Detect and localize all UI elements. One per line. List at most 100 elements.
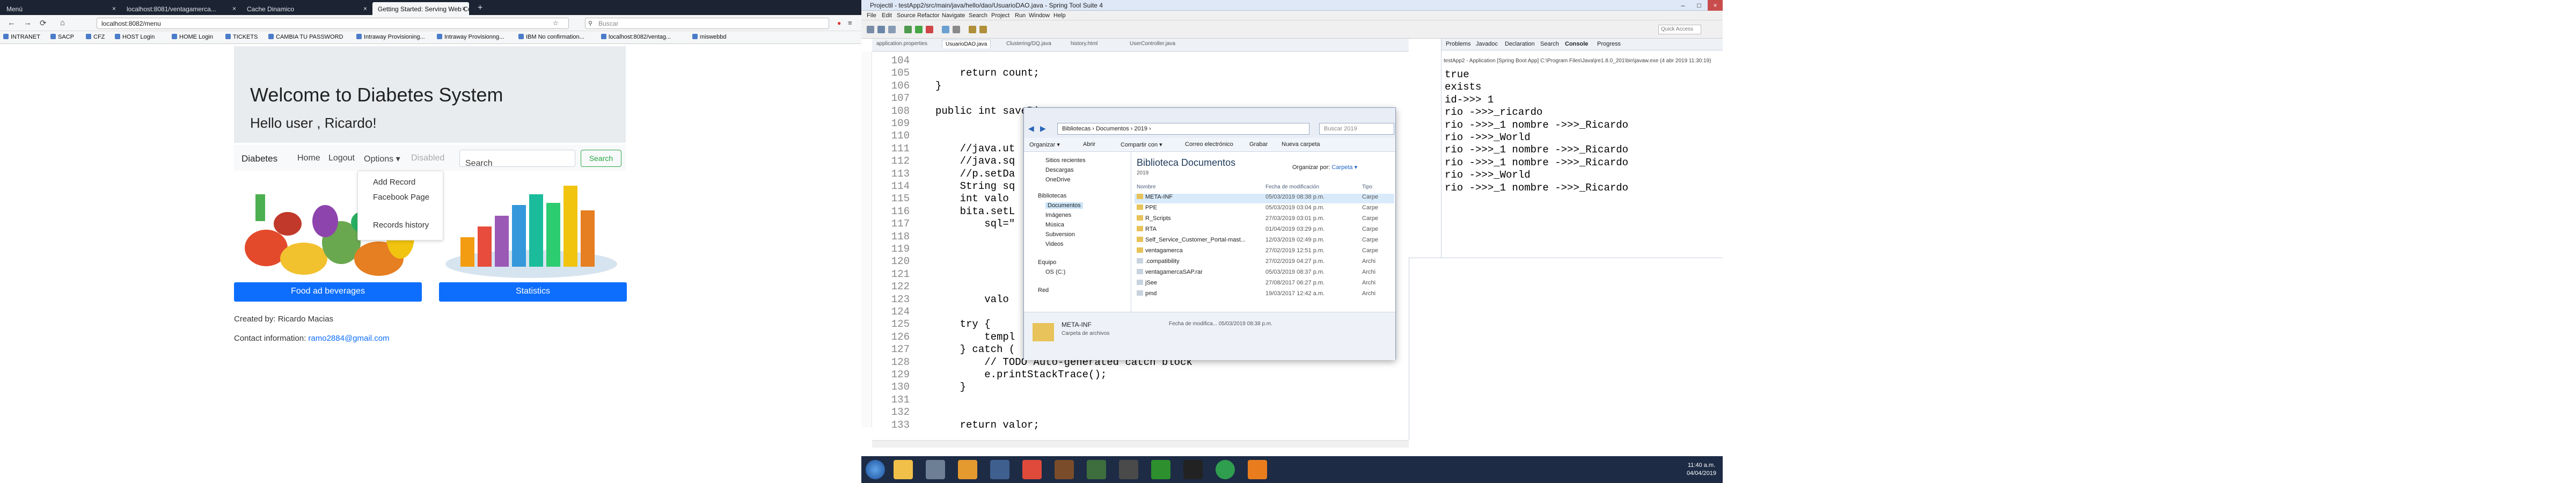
url-bar[interactable]: localhost:8082/menu: [97, 18, 569, 29]
column-name[interactable]: Nombre: [1137, 184, 1156, 190]
new-tab-button[interactable]: +: [472, 2, 488, 15]
tab-declaration[interactable]: Declaration: [1505, 41, 1535, 47]
nav-options-dropdown[interactable]: Options ▾: [364, 153, 400, 164]
email-button[interactable]: Correo electrónico: [1185, 141, 1233, 148]
start-button-icon[interactable]: [866, 460, 885, 479]
editor-tab-usercontroller[interactable]: UserController.java: [1130, 41, 1175, 47]
home-icon[interactable]: ⌂: [60, 18, 65, 27]
stop-icon[interactable]: [926, 26, 933, 33]
menu-project[interactable]: Project: [991, 12, 1009, 19]
bookmark-item[interactable]: INTRANET: [3, 34, 40, 40]
close-icon[interactable]: ×: [462, 5, 466, 12]
app-icon[interactable]: [1055, 460, 1074, 479]
nav-downloads[interactable]: Descargas: [1045, 167, 1074, 173]
nav-recent[interactable]: Sitios recientes: [1045, 157, 1086, 164]
browser-tab-cache[interactable]: Cache Dinamico ×: [241, 2, 370, 15]
open-button[interactable]: Abrir: [1083, 141, 1095, 148]
app-icon[interactable]: [990, 460, 1009, 479]
statistics-button[interactable]: Statistics: [439, 282, 627, 302]
bookmark-item[interactable]: TICKETS: [225, 34, 258, 40]
menu-search[interactable]: Search: [969, 12, 987, 19]
file-row[interactable]: ventagamercaSAP.rar 05/03/2019 08:37 p.m.…: [1135, 269, 1394, 279]
nav-logout-link[interactable]: Logout: [328, 153, 355, 163]
bookmark-item[interactable]: CFZ: [86, 34, 105, 40]
tab-progress[interactable]: Progress: [1597, 41, 1621, 47]
app-search-button[interactable]: Search: [581, 150, 621, 167]
close-icon[interactable]: ×: [1708, 0, 1723, 11]
bookmark-item[interactable]: HOST Login: [115, 34, 155, 40]
forward-icon[interactable]: ▶: [1040, 124, 1046, 133]
close-icon[interactable]: ×: [232, 5, 236, 12]
save-all-icon[interactable]: [888, 26, 896, 33]
column-date[interactable]: Fecha de modificación: [1265, 184, 1319, 190]
back-icon[interactable]: ←: [8, 18, 16, 27]
app-icon[interactable]: [1119, 460, 1138, 479]
close-icon[interactable]: ×: [363, 5, 367, 12]
share-button[interactable]: Compartir con ▾: [1121, 141, 1162, 148]
app-icon[interactable]: [926, 460, 945, 479]
bookmark-item[interactable]: miswebbd: [692, 34, 727, 40]
bookmark-item[interactable]: SACP: [50, 34, 74, 40]
file-row[interactable]: Self_Service_Customer_Portal-mast... 12/0…: [1135, 237, 1394, 246]
menu-file[interactable]: File: [867, 12, 876, 19]
menu-run[interactable]: Run: [1015, 12, 1026, 19]
editor-tab-application-properties[interactable]: application.properties: [876, 41, 927, 47]
nav-libraries[interactable]: Bibliotecas: [1038, 193, 1066, 199]
editor-horizontal-scrollbar[interactable]: [872, 440, 1409, 448]
browser-tab-getting-started[interactable]: Getting Started: Serving Web Co... ×: [372, 2, 469, 15]
file-row[interactable]: META-INF 05/03/2019 08:38 p.m. Carpe: [1135, 194, 1394, 203]
nav-onedrive[interactable]: OneDrive: [1045, 177, 1070, 183]
browser-tab-ventagamerca[interactable]: localhost:8081/ventagamerca... ×: [121, 2, 239, 15]
file-row[interactable]: jSee 27/08/2017 06:27 p.m. Archi: [1135, 280, 1394, 289]
file-row[interactable]: RTA 01/04/2019 03:29 p.m. Carpe: [1135, 226, 1394, 236]
close-icon[interactable]: ×: [112, 5, 116, 12]
tab-javadoc[interactable]: Javadoc: [1476, 41, 1498, 47]
bookmark-item[interactable]: IBM No confirmation...: [518, 34, 584, 40]
taskbar-clock[interactable]: 11:40 a.m. 04/04/2019: [1687, 462, 1716, 478]
open-type-icon[interactable]: [953, 26, 960, 33]
organize-button[interactable]: Organizar ▾: [1029, 141, 1060, 148]
terminal-icon[interactable]: [1183, 460, 1203, 479]
vlc-icon[interactable]: [1248, 460, 1267, 479]
chrome-icon[interactable]: [1022, 460, 1042, 479]
nav-home-link[interactable]: Home: [297, 153, 320, 163]
addon-icon[interactable]: ●: [837, 19, 841, 27]
editor-tab-usuariodao[interactable]: UsuarioDAO.java: [942, 40, 991, 48]
file-row[interactable]: pmd 19/03/2017 12:42 a.m. Archi: [1135, 290, 1394, 300]
back-icon[interactable]: ◀: [1028, 124, 1034, 133]
explorer-address-bar[interactable]: Bibliotecas › Documentos › 2019 ›: [1057, 123, 1309, 135]
new-icon[interactable]: [867, 26, 874, 33]
nav-network[interactable]: Red: [1038, 287, 1049, 294]
maximize-icon[interactable]: □: [1692, 0, 1707, 11]
menu-navigate[interactable]: Navigate: [942, 12, 965, 19]
tab-problems[interactable]: Problems: [1446, 41, 1470, 47]
back-icon[interactable]: [969, 26, 976, 33]
menu-window[interactable]: Window: [1029, 12, 1050, 19]
explorer-search-input[interactable]: Buscar 2019: [1319, 123, 1394, 135]
forward-icon[interactable]: [979, 26, 987, 33]
menu-refactor[interactable]: Refactor: [917, 12, 940, 19]
bookmark-item[interactable]: HOME Login: [172, 34, 213, 40]
file-row[interactable]: ventagamerca 27/02/2019 12:51 p.m. Carpe: [1135, 247, 1394, 257]
new-folder-button[interactable]: Nueva carpeta: [1282, 141, 1320, 148]
nav-subversion[interactable]: Subversion: [1045, 231, 1075, 238]
save-icon[interactable]: [877, 26, 885, 33]
file-row[interactable]: PPE 05/03/2019 03:04 p.m. Carpe: [1135, 204, 1394, 214]
nav-os-drive[interactable]: OS (C:): [1045, 269, 1065, 275]
minimize-icon[interactable]: –: [1675, 0, 1690, 11]
forward-icon[interactable]: →: [24, 18, 32, 27]
burn-button[interactable]: Grabar: [1249, 141, 1268, 148]
bookmark-item[interactable]: Intraway Provisioning...: [356, 34, 425, 40]
spring-tool-suite-icon[interactable]: [1087, 460, 1106, 479]
app-icon[interactable]: [1151, 460, 1170, 479]
editor-tab-clustering[interactable]: Clustering/DQ.java: [1006, 41, 1051, 47]
file-explorer-icon[interactable]: [894, 460, 913, 479]
column-type[interactable]: Tipo: [1362, 184, 1372, 190]
nav-documents[interactable]: Documentos: [1045, 202, 1083, 209]
menu-source[interactable]: Source: [897, 12, 916, 19]
nav-videos[interactable]: Videos: [1045, 241, 1063, 247]
reload-icon[interactable]: ⟳: [40, 18, 47, 28]
editor-tab-history[interactable]: history.html: [1071, 41, 1097, 47]
contact-email-link[interactable]: ramo2884@gmail.com: [308, 334, 389, 343]
file-row[interactable]: R_Scripts 27/03/2019 03:01 p.m. Carpe: [1135, 215, 1394, 225]
